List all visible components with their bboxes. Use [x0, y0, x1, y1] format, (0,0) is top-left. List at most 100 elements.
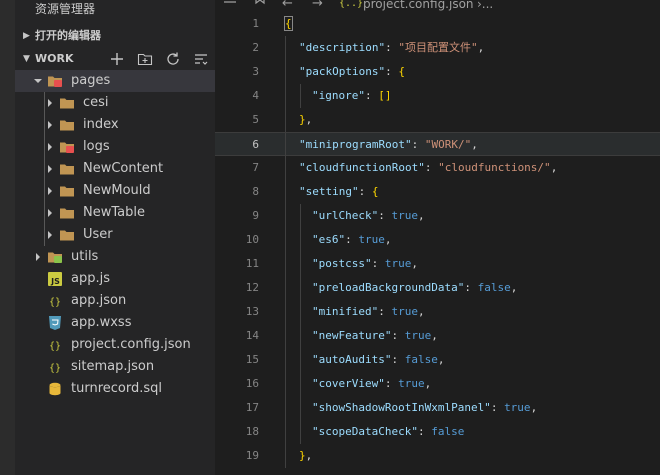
- code-text: "scopeDataCheck": false: [312, 425, 465, 438]
- code-line[interactable]: 10 "es6": true,: [215, 228, 660, 252]
- chevron-down-icon: ▼: [23, 54, 30, 64]
- indent-guide: [285, 420, 286, 444]
- chevron-right-icon: [48, 99, 52, 107]
- breadcrumb-more[interactable]: ›...: [477, 0, 493, 11]
- tree-item-newcontent[interactable]: NewContent: [15, 158, 215, 180]
- indent-guide: [285, 372, 286, 396]
- indent-guide: [285, 180, 286, 204]
- code-line[interactable]: 7 "cloudfunctionRoot": "cloudfunctions/",: [215, 156, 660, 180]
- chevron-right-icon: [36, 253, 40, 261]
- code-text: "description": "项目配置文件",: [299, 41, 485, 54]
- indent-guide: [300, 276, 301, 300]
- indent-guide: [300, 204, 301, 228]
- tree-item-label: turnrecord.sql: [71, 381, 162, 396]
- explorer-sidebar: 资源管理器 ▶ 打开的编辑器 ▼ WORK pages cesi index lo: [15, 0, 215, 475]
- chevron-right-icon: [48, 165, 52, 173]
- tree-item-label: sitemap.json: [71, 359, 155, 374]
- bookmark-icon[interactable]: [253, 0, 267, 8]
- code-text: "urlCheck": true,: [312, 209, 425, 222]
- code-line[interactable]: 17 "showShadowRootInWxmlPanel": true,: [215, 396, 660, 420]
- json-file-icon: {}: [49, 341, 61, 352]
- line-number: 1: [252, 17, 259, 30]
- breadcrumb-file[interactable]: project.config.json: [363, 0, 474, 11]
- svg-text:{}: {}: [49, 297, 61, 308]
- code-line[interactable]: 19},: [215, 444, 660, 468]
- workspace-header[interactable]: ▼ WORK: [15, 48, 215, 70]
- indent-guide: [300, 396, 301, 420]
- indent-guide: [285, 204, 286, 228]
- code-line[interactable]: 11 "postcss": true,: [215, 252, 660, 276]
- indent-guide: [44, 92, 45, 246]
- code-line[interactable]: 6 "miniprogramRoot": "WORK/",: [215, 132, 660, 157]
- new-folder-icon[interactable]: [137, 51, 153, 67]
- code-line[interactable]: 2 "description": "项目配置文件",: [215, 36, 660, 60]
- code-line[interactable]: 9 "urlCheck": true,: [215, 204, 660, 228]
- chevron-right-icon: [48, 187, 52, 195]
- line-number: 19: [245, 449, 259, 462]
- code-text: "es6": true,: [312, 233, 392, 246]
- back-arrow-icon[interactable]: ←: [282, 0, 293, 11]
- chevron-right-icon: ▶: [23, 31, 30, 41]
- code-line[interactable]: 4 "ignore": []: [215, 84, 660, 108]
- line-number: 7: [252, 161, 259, 174]
- new-file-icon[interactable]: [109, 51, 125, 67]
- line-number: 14: [245, 329, 259, 342]
- line-number: 3: [252, 65, 259, 78]
- tree-item-app-json[interactable]: {} app.json: [15, 290, 215, 312]
- code-line[interactable]: 16 "coverView": true,: [215, 372, 660, 396]
- folder-icon: [60, 186, 74, 197]
- code-line[interactable]: 8 "setting": {: [215, 180, 660, 204]
- code-line[interactable]: 5},: [215, 108, 660, 132]
- code-editor[interactable]: ← → {..} project.config.json ›... 1{ 2 "de…: [215, 0, 660, 475]
- list-icon[interactable]: [223, 0, 237, 8]
- json-file-icon: {}: [49, 363, 61, 374]
- open-editors-label: 打开的编辑器: [35, 29, 101, 42]
- svg-text:{}: {}: [49, 363, 61, 374]
- indent-guide: [285, 84, 286, 108]
- line-number: 5: [252, 113, 259, 126]
- code-text: "ignore": []: [312, 89, 392, 102]
- json-file-icon: {..}: [339, 0, 364, 9]
- tree-item-logs[interactable]: logs: [15, 136, 215, 158]
- code-text: "autoAudits": false,: [312, 353, 445, 366]
- tree-item-turnrecord-sql[interactable]: turnrecord.sql: [15, 378, 215, 400]
- forward-arrow-icon[interactable]: →: [312, 0, 323, 11]
- line-number: 2: [252, 41, 259, 54]
- code-line[interactable]: 18 "scopeDataCheck": false: [215, 420, 660, 444]
- tree-item-newtable[interactable]: NewTable: [15, 202, 215, 224]
- tree-item-newmould[interactable]: NewMould: [15, 180, 215, 202]
- code-line[interactable]: 1{: [215, 12, 660, 36]
- line-number: 18: [245, 425, 259, 438]
- code-line[interactable]: 14 "newFeature": true,: [215, 324, 660, 348]
- tree-item-label: User: [83, 227, 113, 242]
- chevron-down-icon: [34, 79, 42, 83]
- tree-item-cesi[interactable]: cesi: [15, 92, 215, 114]
- tree-item-label: NewTable: [83, 205, 145, 220]
- code-line[interactable]: 3 "packOptions": {: [215, 60, 660, 84]
- workspace-label: WORK: [35, 52, 74, 65]
- code-line[interactable]: 12 "preloadBackgroundData": false,: [215, 276, 660, 300]
- line-number: 9: [252, 209, 259, 222]
- line-number: 15: [245, 353, 259, 366]
- indent-guide: [300, 372, 301, 396]
- tree-item-index[interactable]: index: [15, 114, 215, 136]
- workspace-actions: [109, 51, 209, 67]
- code-line[interactable]: 13 "minified": true,: [215, 300, 660, 324]
- tree-item-user[interactable]: User: [15, 224, 215, 246]
- collapse-all-icon[interactable]: [193, 51, 209, 67]
- tree-item-utils[interactable]: utils: [15, 246, 215, 268]
- tree-item-project-config-json[interactable]: {} project.config.json: [15, 334, 215, 356]
- code-line[interactable]: 15 "autoAudits": false,: [215, 348, 660, 372]
- tree-item-app-js[interactable]: JS app.js: [15, 268, 215, 290]
- tree-item-pages[interactable]: pages: [15, 70, 215, 92]
- line-number: 17: [245, 401, 259, 414]
- indent-guide: [285, 252, 286, 276]
- tree-item-label: app.wxss: [71, 315, 132, 330]
- indent-guide: [285, 324, 286, 348]
- tree-item-sitemap-json[interactable]: {} sitemap.json: [15, 356, 215, 378]
- refresh-icon[interactable]: [165, 51, 181, 67]
- tree-item-app-wxss[interactable]: app.wxss: [15, 312, 215, 334]
- json-file-icon: {}: [49, 297, 61, 308]
- css-file-icon: [49, 316, 61, 330]
- open-editors-header[interactable]: ▶ 打开的编辑器: [15, 25, 215, 47]
